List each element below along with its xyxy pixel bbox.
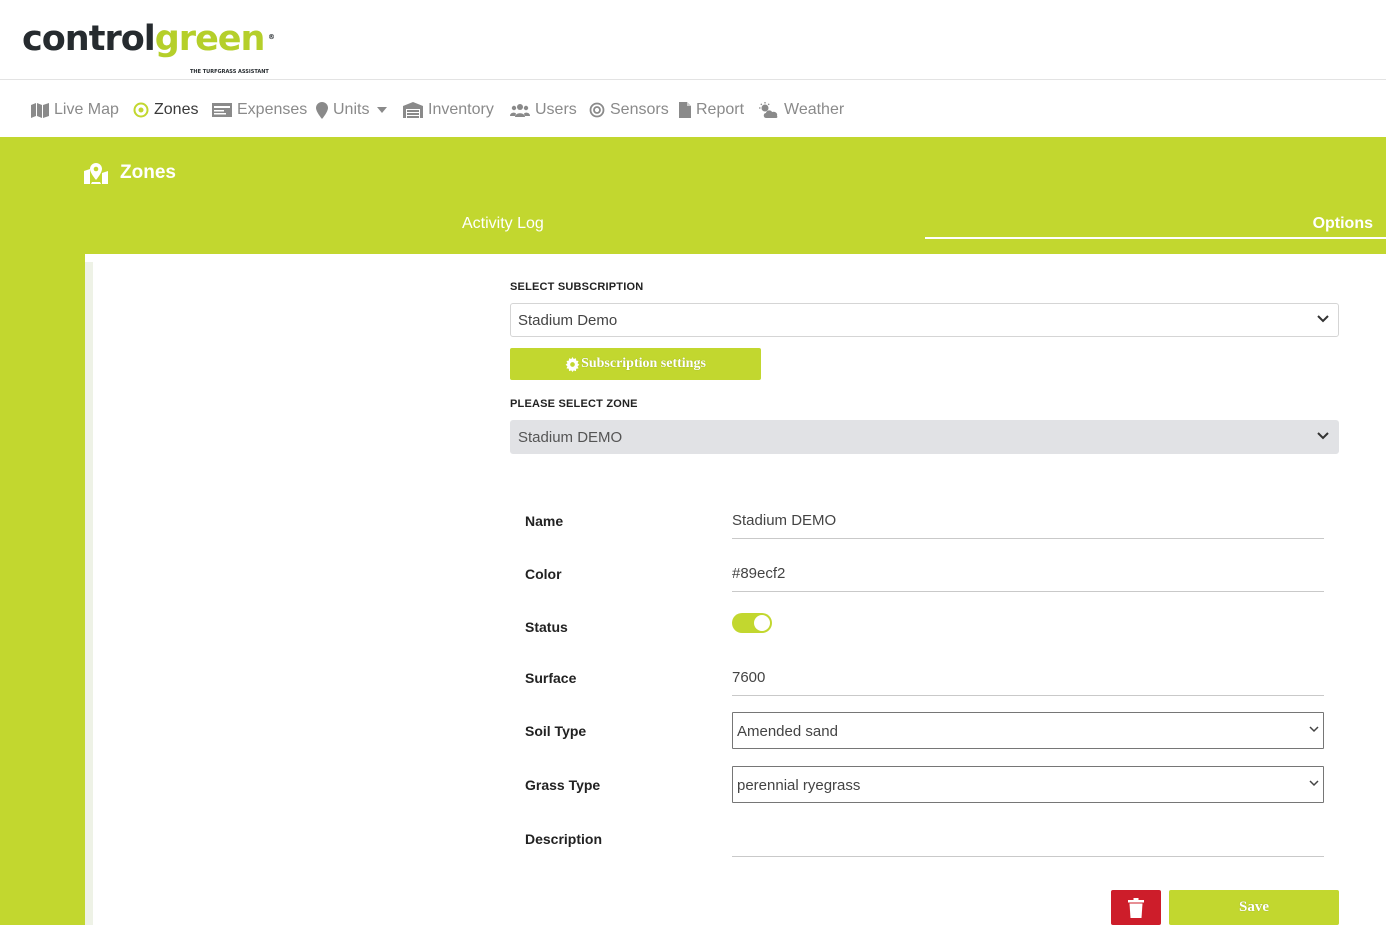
soil-type-value: Amended sand <box>737 723 838 740</box>
color-input[interactable]: #89ecf2 <box>732 565 1324 582</box>
name-input[interactable]: Stadium DEMO <box>732 512 1324 529</box>
warehouse-icon <box>403 102 423 118</box>
target-icon <box>133 102 149 118</box>
tab-active-indicator <box>925 237 1386 239</box>
document-icon <box>679 102 691 118</box>
color-label: Color <box>525 566 562 582</box>
nav-label-inventory: Inventory <box>428 101 494 118</box>
status-label: Status <box>525 619 568 635</box>
panel-edge <box>85 262 93 925</box>
zone-label: PLEASE SELECT ZONE <box>510 398 638 410</box>
save-button[interactable]: Save <box>1169 890 1339 925</box>
subscription-select[interactable]: Stadium Demo <box>510 303 1339 337</box>
sensor-icon <box>589 102 605 118</box>
nav-item-sensors[interactable]: Sensors <box>589 100 669 120</box>
delete-button[interactable] <box>1111 890 1161 925</box>
soil-type-label: Soil Type <box>525 723 587 739</box>
tab-options[interactable]: Options <box>1313 215 1373 233</box>
caret-down-icon <box>377 107 388 113</box>
money-icon <box>212 103 232 117</box>
status-toggle[interactable] <box>732 613 772 633</box>
zone-select-value: Stadium DEMO <box>518 429 623 446</box>
surface-label: Surface <box>525 670 577 686</box>
chevron-down-icon <box>1317 315 1329 323</box>
nav-label-users: Users <box>535 101 577 118</box>
nav-label-zones: Zones <box>154 101 199 118</box>
nav-label-expenses: Expenses <box>237 101 308 118</box>
status-toggle-knob <box>754 615 770 631</box>
map-icon <box>31 102 49 118</box>
nav-label-sensors: Sensors <box>610 101 669 118</box>
gear-icon <box>565 356 580 372</box>
page-title: Zones <box>84 162 176 184</box>
surface-input-underline <box>732 695 1324 696</box>
nav-item-live-map[interactable]: Live Map <box>31 100 119 120</box>
cloud-sun-icon <box>759 102 778 118</box>
nav-item-report[interactable]: Report <box>679 100 744 120</box>
surface-input[interactable]: 7600 <box>732 669 1324 686</box>
grass-type-value: perennial ryegrass <box>737 777 861 794</box>
name-input-underline <box>732 538 1324 539</box>
trash-icon <box>1128 897 1144 918</box>
nav-item-weather[interactable]: Weather <box>759 100 844 120</box>
nav-item-inventory[interactable]: Inventory <box>403 100 494 120</box>
nav-item-expenses[interactable]: Expenses <box>212 100 307 120</box>
map-pin-icon <box>316 101 328 119</box>
subscription-settings-button[interactable]: Subscription settings <box>510 348 761 380</box>
soil-type-select[interactable]: Amended sand <box>732 712 1324 749</box>
chevron-down-icon <box>1309 780 1319 787</box>
logo-registered: ® <box>268 33 275 41</box>
nav-label-live-map: Live Map <box>54 101 119 118</box>
chevron-down-icon <box>1317 432 1329 440</box>
nav-item-units[interactable]: Units <box>316 100 388 120</box>
description-label: Description <box>525 831 603 847</box>
nav-item-users[interactable]: Users <box>510 100 577 120</box>
controlgreen-logo[interactable]: controlgreen ® THE TURFGRASS ASSISTANT <box>22 19 275 75</box>
description-input[interactable] <box>732 830 1324 850</box>
tab-activity-log[interactable]: Activity Log <box>462 215 544 233</box>
logo-text-dark: control <box>22 19 156 59</box>
nav-label-units: Units <box>333 101 370 118</box>
nav-item-zones[interactable]: Zones <box>133 100 198 120</box>
grass-type-label: Grass Type <box>525 777 601 793</box>
nav-label-weather: Weather <box>784 101 845 118</box>
description-input-underline <box>732 856 1324 857</box>
users-icon <box>510 104 530 117</box>
top-bar: controlgreen ® THE TURFGRASS ASSISTANT <box>0 0 1386 80</box>
subscription-settings-label: Subscription settings <box>581 356 706 371</box>
chevron-down-icon <box>1309 726 1319 733</box>
nav-label-report: Report <box>696 101 745 118</box>
name-label: Name <box>525 513 564 529</box>
subscription-select-value: Stadium Demo <box>518 312 618 329</box>
grass-type-select[interactable]: perennial ryegrass <box>732 766 1324 803</box>
subscription-label: SELECT SUBSCRIPTION <box>510 281 644 293</box>
map-marker-icon <box>84 162 108 184</box>
zone-select[interactable]: Stadium DEMO <box>510 420 1339 454</box>
color-input-underline <box>732 591 1324 592</box>
page-title-text: Zones <box>120 162 176 183</box>
main-nav: Live Map Zones Expenses Units Inventory … <box>0 81 1386 137</box>
